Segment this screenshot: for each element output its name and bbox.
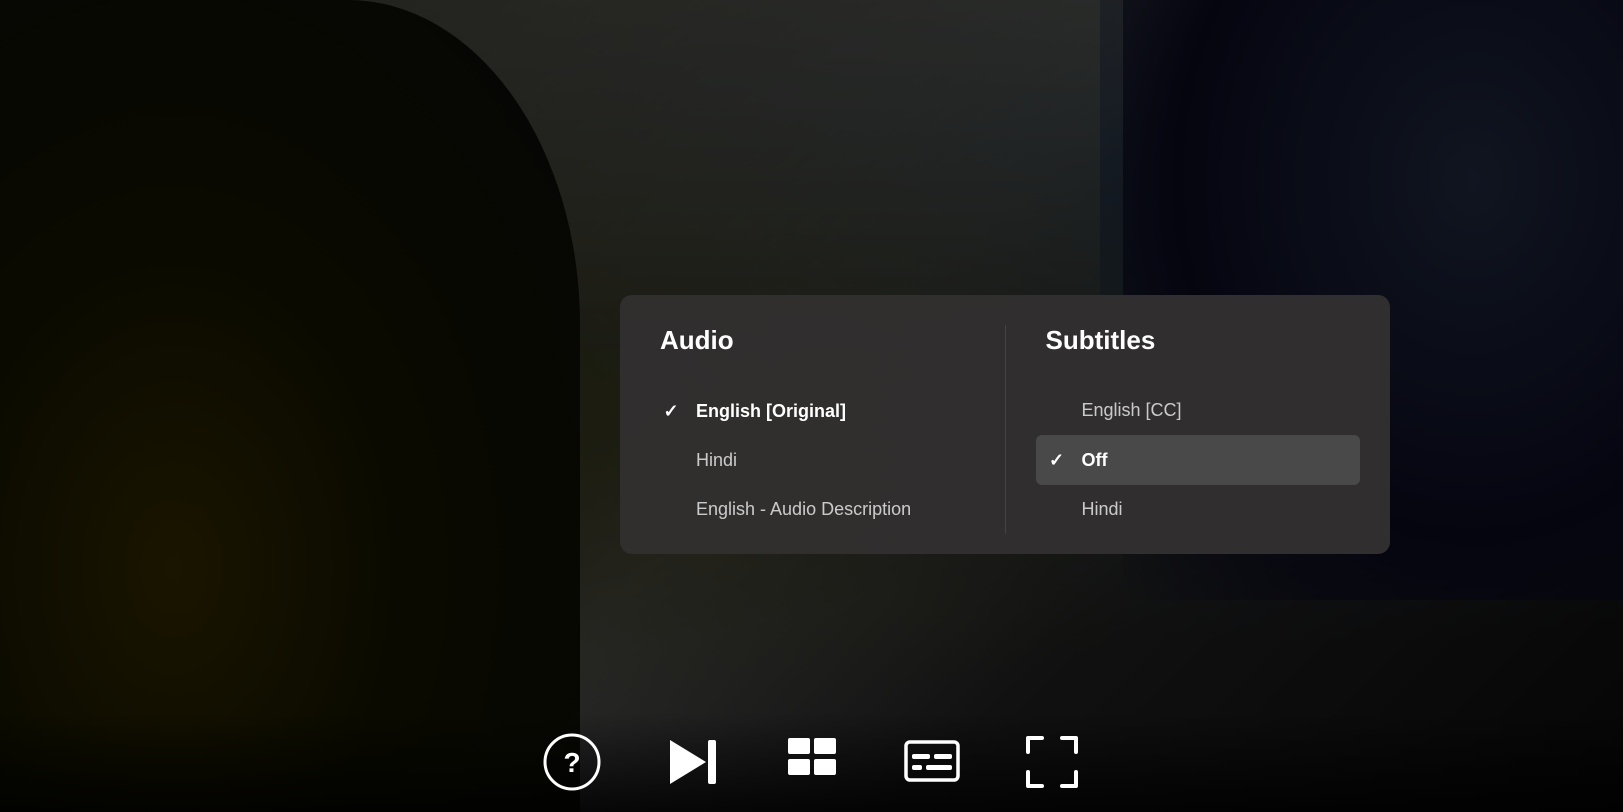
audio-header: Audio bbox=[650, 325, 975, 356]
episodes-icon bbox=[782, 732, 842, 792]
audio-subtitles-panel: Audio ✓ English [Original] Hindi English… bbox=[620, 295, 1390, 554]
subtitles-option-hindi[interactable]: Hindi bbox=[1036, 485, 1361, 534]
audio-hindi-label: Hindi bbox=[696, 450, 965, 471]
audio-option-english-ad[interactable]: English - Audio Description bbox=[650, 485, 975, 534]
subtitles-option-english-cc[interactable]: English [CC] bbox=[1036, 386, 1361, 435]
subtitles-icon bbox=[902, 732, 962, 792]
audio-option-hindi[interactable]: Hindi bbox=[650, 436, 975, 485]
fullscreen-button[interactable] bbox=[1022, 732, 1082, 792]
audio-english-ad-label: English - Audio Description bbox=[696, 499, 965, 520]
bg-figure-left bbox=[0, 0, 580, 812]
audio-option-english-original[interactable]: ✓ English [Original] bbox=[650, 386, 975, 436]
audio-section: Audio ✓ English [Original] Hindi English… bbox=[620, 325, 1006, 534]
subtitles-button[interactable] bbox=[902, 732, 962, 792]
audio-english-original-label: English [Original] bbox=[696, 401, 965, 422]
checkmark-off: ✓ bbox=[1046, 449, 1068, 471]
svg-text:?: ? bbox=[563, 747, 580, 778]
next-episode-button[interactable] bbox=[662, 732, 722, 792]
subtitles-english-cc-label: English [CC] bbox=[1082, 400, 1351, 421]
checkmark-english-original: ✓ bbox=[660, 400, 682, 422]
help-icon: ? bbox=[542, 732, 602, 792]
controls-bar: ? bbox=[0, 712, 1623, 812]
subtitles-section: Subtitles English [CC] ✓ Off Hindi bbox=[1006, 325, 1391, 534]
subtitles-option-off[interactable]: ✓ Off bbox=[1036, 435, 1361, 485]
help-button[interactable]: ? bbox=[542, 732, 602, 792]
fullscreen-icon bbox=[1022, 732, 1082, 792]
subtitles-header: Subtitles bbox=[1036, 325, 1361, 356]
episodes-button[interactable] bbox=[782, 732, 842, 792]
next-episode-icon bbox=[662, 732, 722, 792]
subtitles-hindi-label: Hindi bbox=[1082, 499, 1351, 520]
subtitles-off-label: Off bbox=[1082, 450, 1351, 471]
